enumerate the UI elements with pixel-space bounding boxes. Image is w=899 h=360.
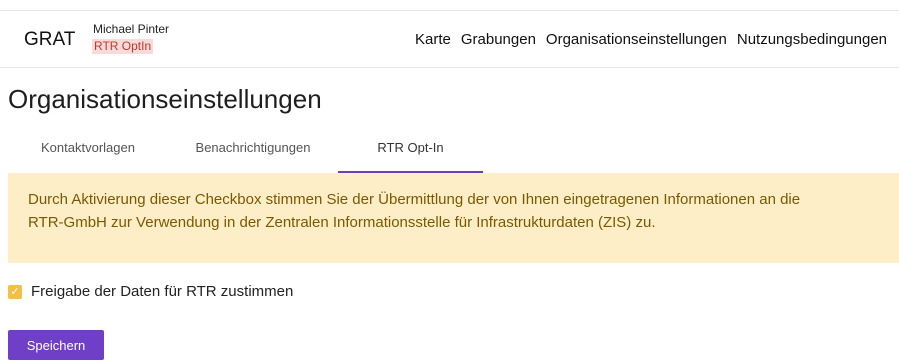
save-button[interactable]: Speichern (8, 330, 104, 360)
tab-benachrichtigungen[interactable]: Benachrichtigungen (168, 128, 338, 171)
nav-link-organisationseinstellungen[interactable]: Organisationseinstellungen (546, 31, 727, 48)
settings-tabs: Kontaktvorlagen Benachrichtigungen RTR O… (8, 128, 483, 173)
consent-checkbox[interactable]: ✓ (8, 284, 22, 299)
notice-line-1: Durch Aktivierung dieser Checkbox stimme… (28, 191, 801, 208)
top-navbar: GRAT Michael Pinter RTR OptIn Karte Grab… (0, 10, 899, 68)
organization-badge: RTR OptIn (92, 39, 154, 54)
consent-label[interactable]: Freigabe der Daten für RTR zustimmen (31, 283, 293, 300)
check-icon: ✓ (10, 285, 20, 298)
page-title: Organisationseinstellungen (8, 84, 322, 114)
brand-logo[interactable]: GRAT (24, 29, 75, 51)
main-nav: Karte Grabungen Organisationseinstellung… (415, 31, 887, 48)
nav-link-grabungen[interactable]: Grabungen (461, 31, 536, 48)
nav-link-karte[interactable]: Karte (415, 31, 451, 48)
tab-rtr-opt-in[interactable]: RTR Opt-In (338, 128, 483, 173)
consent-row: ✓ Freigabe der Daten für RTR zustimmen (8, 283, 293, 300)
user-name: Michael Pinter (93, 22, 170, 36)
tab-kontaktvorlagen[interactable]: Kontaktvorlagen (8, 128, 168, 171)
nav-link-nutzungsbedingungen[interactable]: Nutzungsbedingungen (737, 31, 887, 48)
notice-line-2: RTR-GmbH zur Verwendung in der Zentralen… (28, 214, 656, 231)
info-notice: Durch Aktivierung dieser Checkbox stimme… (8, 173, 899, 263)
